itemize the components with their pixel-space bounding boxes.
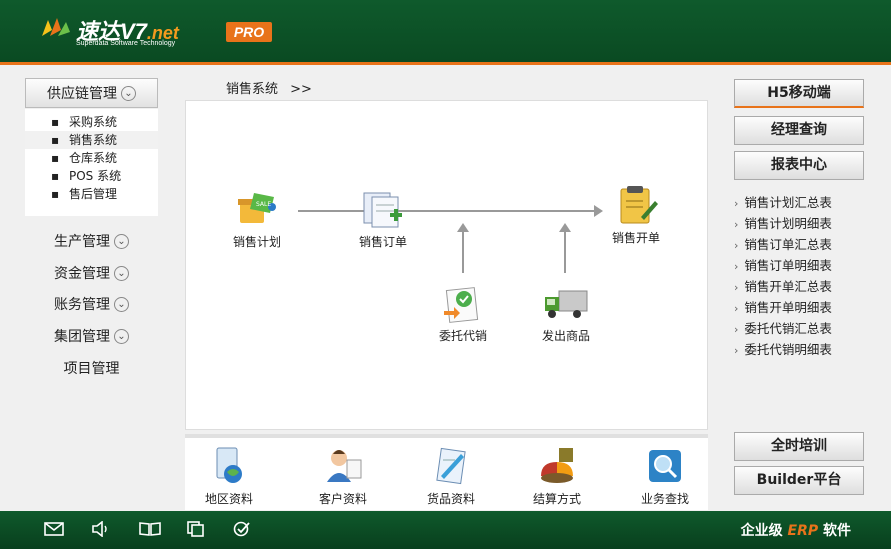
manager-query-button[interactable]: 经理查询 — [734, 116, 864, 145]
h5-mobile-button[interactable]: H5移动端 — [734, 79, 864, 108]
supply-chain-submenu: ▪ 采购系统 ▪ 销售系统 ▪ 仓库系统 ▪ POS 系统 ▪ 售后管理 — [25, 109, 158, 216]
report-link[interactable]: › 销售开单汇总表 — [734, 276, 832, 295]
submenu-item-after-sales[interactable]: ▪ 售后管理 — [25, 185, 158, 203]
report-link[interactable]: › 委托代销明细表 — [734, 339, 832, 358]
menu-accounting[interactable]: 账务管理 ⌄ — [25, 292, 158, 316]
menu-group[interactable]: 集团管理 ⌄ — [25, 324, 158, 348]
sales-invoice-icon — [613, 183, 659, 227]
copy-icon[interactable] — [186, 521, 206, 539]
app-header: 速达V7.net Superdata Software Technology P… — [0, 0, 891, 62]
search-icon — [645, 446, 685, 486]
chevron-down-icon: ⌄ — [114, 328, 129, 344]
report-link[interactable]: › 销售计划汇总表 — [734, 192, 832, 211]
shortcut-settlement[interactable]: 结算方式 — [517, 446, 597, 507]
chevron-down-icon: ⌄ — [114, 233, 129, 249]
submenu-item-sales[interactable]: ▪ 销售系统 — [25, 131, 158, 149]
report-center-button[interactable]: 报表中心 — [734, 151, 864, 180]
sales-flow-panel: SALE 销售计划 销售订单 销售开单 委托代销 发出商品 — [185, 100, 708, 430]
flow-arrowhead-consignment — [457, 223, 469, 232]
report-link[interactable]: › 销售开单明细表 — [734, 297, 832, 316]
report-link[interactable]: › 销售订单明细表 — [734, 255, 832, 274]
right-panel: H5移动端 经理查询 报表中心 › 销售计划汇总表 › 销售计划明细表 › 销售订单汇… — [720, 65, 891, 510]
shortcut-business-search[interactable]: 业务查找 — [625, 446, 705, 507]
chevron-down-icon: ⌄ — [121, 85, 136, 101]
group-supply-chain[interactable]: 供应链管理 ⌄ — [25, 78, 158, 108]
shortcut-customer[interactable]: 客户资料 — [303, 446, 383, 507]
chevron-down-icon: ⌄ — [114, 265, 129, 281]
report-link[interactable]: › 销售订单汇总表 — [734, 234, 832, 253]
left-sidebar: 供应链管理 ⌄ ▪ 采购系统 ▪ 销售系统 ▪ 仓库系统 ▪ POS 系统 ▪ 售后管理 … — [0, 65, 170, 510]
report-link[interactable]: › 委托代销汇总表 — [734, 318, 832, 337]
submenu-item-pos[interactable]: ▪ POS 系统 — [25, 167, 158, 185]
sales-plan-icon: SALE — [234, 187, 280, 231]
breadcrumb: 销售系统 >> — [226, 78, 312, 97]
sales-order-icon — [360, 187, 406, 231]
chevron-down-icon: ⌄ — [114, 296, 129, 312]
flow-arrow-delivery — [564, 231, 566, 273]
flow-node-consignment[interactable]: 委托代销 — [418, 281, 508, 344]
volume-icon[interactable] — [91, 520, 111, 539]
menu-funds[interactable]: 资金管理 ⌄ — [25, 261, 158, 285]
flow-arrowhead-delivery — [559, 223, 571, 232]
consignment-icon — [440, 281, 486, 325]
mail-icon[interactable] — [44, 521, 64, 539]
builder-platform-button[interactable]: Builder平台 — [734, 466, 864, 495]
delivery-truck-icon — [543, 281, 589, 325]
report-link[interactable]: › 销售计划明细表 — [734, 213, 832, 232]
logo-subtitle: Superdata Software Technology — [76, 40, 176, 47]
app-footer: 企业级 ERP 软件 — [0, 511, 891, 549]
pro-badge: PRO — [226, 22, 272, 42]
customer-icon — [323, 446, 363, 486]
logo-mark-icon — [42, 18, 70, 36]
breadcrumb-arrow: >> — [290, 82, 312, 97]
flow-node-sales-invoice[interactable]: 销售开单 — [591, 183, 681, 246]
region-icon — [209, 446, 249, 486]
footer-brand: 企业级 ERP 软件 — [740, 523, 851, 539]
shortcut-goods[interactable]: 货品资料 — [411, 446, 491, 507]
flow-arrow-consignment — [462, 231, 464, 273]
submenu-item-warehouse[interactable]: ▪ 仓库系统 — [25, 149, 158, 167]
svg-text:SALE: SALE — [256, 201, 271, 208]
shortcut-region[interactable]: 地区资料 — [189, 446, 269, 507]
breadcrumb-current: 销售系统 — [226, 82, 279, 97]
settlement-icon — [537, 446, 577, 486]
book-icon[interactable] — [139, 521, 161, 539]
submenu-item-purchase[interactable]: ▪ 采购系统 — [25, 113, 158, 131]
goods-icon — [431, 446, 471, 486]
check-icon[interactable] — [232, 521, 252, 539]
shortcut-bar: 地区资料 客户资料 货品资料 结算方式 业务查找 — [185, 434, 708, 510]
flow-node-delivery[interactable]: 发出商品 — [521, 281, 611, 344]
menu-project[interactable]: 项目管理 — [25, 356, 158, 380]
flow-node-sales-plan[interactable]: SALE 销售计划 — [212, 187, 302, 250]
flow-node-sales-order[interactable]: 销售订单 — [338, 187, 428, 250]
training-button[interactable]: 全时培训 — [734, 432, 864, 461]
menu-production[interactable]: 生产管理 ⌄ — [25, 229, 158, 253]
